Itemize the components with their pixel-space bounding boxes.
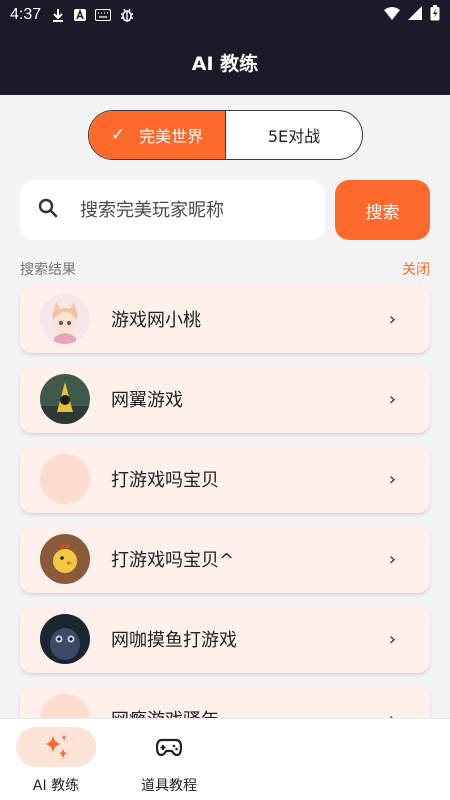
avatar (40, 534, 90, 584)
chevron-right-icon: › (388, 468, 396, 490)
battery-charging-icon (430, 5, 440, 25)
tab-ai-coach[interactable]: AI 教练 (1, 727, 111, 795)
search-icon (38, 198, 58, 222)
font-a-icon (73, 8, 87, 22)
tab-label: 道具教程 (141, 778, 197, 794)
search-box (20, 180, 325, 240)
chevron-right-icon: › (388, 548, 396, 570)
list-item[interactable]: 打游戏吗宝贝^ › (20, 525, 430, 593)
list-item[interactable]: 网咖摸鱼打游戏 › (20, 605, 430, 673)
avatar (40, 614, 90, 664)
avatar (40, 294, 90, 344)
wifi-icon (384, 6, 400, 24)
download-icon (51, 8, 65, 22)
signal-icon (408, 6, 422, 24)
tab-prop-tutorial[interactable]: 道具教程 (114, 727, 224, 795)
segment-label: 5E对战 (267, 127, 321, 146)
chevron-right-icon: › (388, 308, 396, 330)
player-name: 打游戏吗宝贝 (111, 470, 219, 491)
chevron-right-icon: › (388, 388, 396, 410)
status-bar: 4:37 (0, 0, 450, 30)
list-item[interactable]: 游戏网小桃 › (20, 285, 430, 353)
avatar (40, 374, 90, 424)
platform-segmented-control: ✓ 完美世界 5E对战 (88, 110, 363, 160)
player-name: 网咖摸鱼打游戏 (111, 630, 237, 651)
player-name: 打游戏吗宝贝^ (111, 550, 235, 571)
player-name: 游戏网小桃 (111, 310, 201, 331)
results-list: 游戏网小桃 › 网翼游戏 › 打游戏吗宝贝 › 打游戏吗宝贝^ › 网咖摸鱼打游… (20, 285, 430, 765)
sparkle-icon (16, 727, 96, 767)
bug-icon (119, 7, 135, 23)
check-icon: ✓ (110, 125, 126, 145)
segment-wanmei-world[interactable]: ✓ 完美世界 (89, 111, 226, 159)
player-name: 网翼游戏 (111, 390, 183, 411)
bottom-navigation: AI 教练 道具教程 (0, 718, 450, 800)
status-time: 4:37 (10, 6, 42, 23)
list-item[interactable]: 打游戏吗宝贝 › (20, 445, 430, 513)
search-input[interactable] (80, 199, 300, 221)
gamepad-icon (129, 727, 209, 767)
segment-5e-battle[interactable]: 5E对战 (226, 111, 362, 159)
segment-label: 完美世界 (139, 127, 204, 146)
page-title: AI 教练 (191, 53, 259, 75)
app-bar: AI 教练 (0, 30, 450, 95)
tab-label: AI 教练 (32, 778, 80, 794)
keyboard-icon (95, 9, 112, 21)
results-label: 搜索结果 (20, 262, 76, 278)
close-results-link[interactable]: 关闭 (402, 259, 430, 279)
chevron-right-icon: › (388, 628, 396, 650)
avatar (40, 454, 90, 504)
search-button[interactable]: 搜索 (335, 180, 430, 240)
list-item[interactable]: 网翼游戏 › (20, 365, 430, 433)
